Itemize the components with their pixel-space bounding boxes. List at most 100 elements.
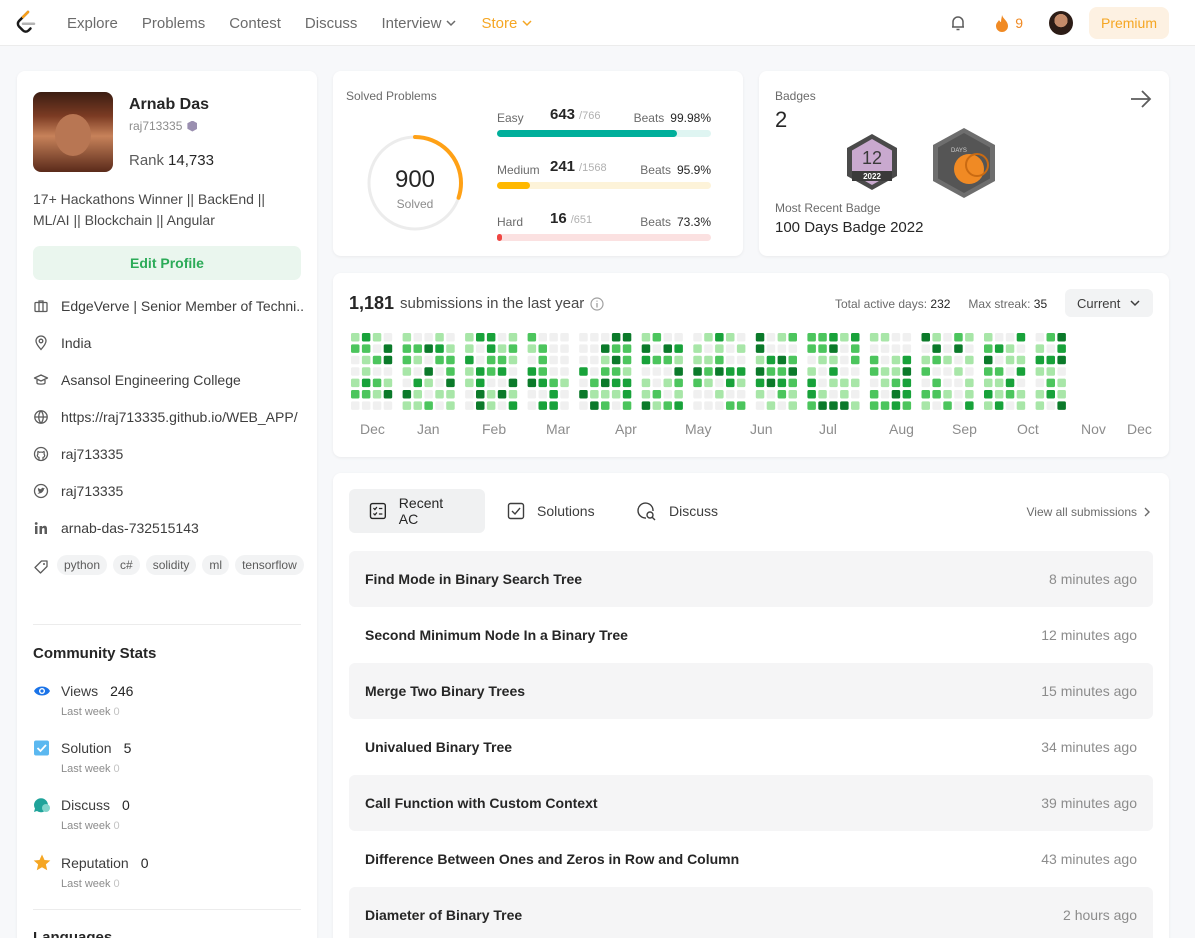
heatmap-cell[interactable] — [704, 401, 713, 410]
heatmap-cell[interactable] — [538, 333, 548, 342]
heatmap-cell[interactable] — [984, 390, 993, 399]
heatmap-cell[interactable] — [351, 333, 360, 342]
heatmap-cell[interactable] — [497, 390, 507, 399]
heatmap-cell[interactable] — [549, 333, 558, 342]
heatmap-cell[interactable] — [777, 344, 787, 353]
heatmap-cell[interactable] — [674, 401, 683, 410]
heatmap-cell[interactable] — [869, 378, 879, 388]
heatmap-cell[interactable] — [715, 344, 724, 353]
heatmap-cell[interactable] — [902, 333, 912, 342]
heatmap-cell[interactable] — [402, 401, 412, 410]
info-github[interactable]: raj713335 — [33, 446, 305, 462]
heatmap-cell[interactable] — [465, 378, 474, 388]
heatmap-cell[interactable] — [755, 367, 765, 376]
heatmap-cell[interactable] — [943, 378, 952, 388]
heatmap-cell[interactable] — [402, 355, 412, 365]
heatmap-cell[interactable] — [446, 333, 455, 342]
heatmap-cell[interactable] — [921, 378, 931, 388]
nav-discuss[interactable]: Discuss — [305, 15, 358, 32]
heatmap-cell[interactable] — [486, 344, 496, 353]
heatmap-cell[interactable] — [601, 333, 610, 342]
heatmap-cell[interactable] — [984, 355, 993, 365]
heatmap-cell[interactable] — [715, 355, 724, 365]
heatmap-cell[interactable] — [704, 378, 713, 388]
heatmap-cell[interactable] — [611, 390, 621, 399]
heatmap-cell[interactable] — [476, 401, 485, 410]
heatmap-cell[interactable] — [435, 367, 444, 376]
heatmap-cell[interactable] — [424, 401, 433, 410]
heatmap-cell[interactable] — [755, 390, 765, 399]
heatmap-cell[interactable] — [424, 378, 433, 388]
heatmap-cell[interactable] — [788, 344, 798, 353]
heatmap-cell[interactable] — [446, 378, 455, 388]
premium-button[interactable]: Premium — [1088, 7, 1169, 39]
heatmap-cell[interactable] — [891, 355, 901, 365]
heatmap-cell[interactable] — [869, 333, 879, 342]
heatmap-cell[interactable] — [622, 344, 632, 353]
heatmap-cell[interactable] — [902, 401, 912, 410]
website-link[interactable]: https://raj713335.github.io/WEB_APP/ — [61, 409, 298, 425]
heatmap-cell[interactable] — [891, 333, 901, 342]
heatmap-cell[interactable] — [869, 355, 879, 365]
heatmap-cell[interactable] — [755, 344, 765, 353]
heatmap-cell[interactable] — [921, 401, 931, 410]
heatmap-cell[interactable] — [372, 333, 382, 342]
heatmap-cell[interactable] — [736, 344, 746, 353]
heatmap-cell[interactable] — [465, 344, 474, 353]
heatmap-cell[interactable] — [880, 355, 890, 365]
heatmap-cell[interactable] — [807, 367, 816, 376]
linkedin-link[interactable]: arnab-das-732515143 — [61, 520, 199, 536]
heatmap-cell[interactable] — [851, 333, 860, 342]
heatmap-cell[interactable] — [954, 333, 963, 342]
heatmap-cell[interactable] — [424, 344, 433, 353]
heatmap-cell[interactable] — [818, 390, 827, 399]
heatmap-cell[interactable] — [1016, 378, 1026, 388]
heatmap-cell[interactable] — [383, 401, 393, 410]
heatmap-cell[interactable] — [549, 378, 558, 388]
heatmap-cell[interactable] — [818, 333, 827, 342]
submission-row[interactable]: Call Function with Custom Context 39 min… — [349, 775, 1153, 831]
heatmap-cell[interactable] — [641, 333, 651, 342]
heatmap-cell[interactable] — [361, 344, 371, 353]
heatmap-cell[interactable] — [435, 401, 444, 410]
heatmap-cell[interactable] — [622, 390, 632, 399]
heatmap-cell[interactable] — [1005, 355, 1015, 365]
heatmap-cell[interactable] — [788, 333, 798, 342]
heatmap-cell[interactable] — [954, 355, 963, 365]
heatmap-cell[interactable] — [1035, 401, 1045, 410]
heatmap-cell[interactable] — [840, 344, 849, 353]
heatmap-cell[interactable] — [818, 344, 827, 353]
heatmap-cell[interactable] — [351, 401, 360, 410]
heatmap-cell[interactable] — [549, 355, 558, 365]
heatmap-cell[interactable] — [361, 333, 371, 342]
heatmap-cell[interactable] — [476, 378, 485, 388]
heatmap-cell[interactable] — [777, 333, 787, 342]
heatmap-cell[interactable] — [372, 390, 382, 399]
heatmap-cell[interactable] — [372, 401, 382, 410]
heatmap-cell[interactable] — [641, 367, 651, 376]
heatmap-cell[interactable] — [527, 401, 537, 410]
heatmap-cell[interactable] — [766, 355, 776, 365]
heatmap-cell[interactable] — [579, 378, 588, 388]
heatmap-cell[interactable] — [435, 355, 444, 365]
heatmap-cell[interactable] — [954, 344, 963, 353]
heatmap-cell[interactable] — [869, 390, 879, 399]
skill-tag[interactable]: tensorflow — [235, 555, 304, 575]
heatmap-cell[interactable] — [994, 344, 1004, 353]
heatmap-cell[interactable] — [788, 401, 798, 410]
heatmap-cell[interactable] — [840, 378, 849, 388]
heatmap-cell[interactable] — [413, 367, 423, 376]
streak-counter[interactable]: 9 — [995, 14, 1023, 32]
heatmap-cell[interactable] — [715, 390, 724, 399]
heatmap-cell[interactable] — [829, 344, 838, 353]
heatmap-cell[interactable] — [932, 344, 941, 353]
heatmap-cell[interactable] — [560, 390, 569, 399]
submission-title[interactable]: Univalued Binary Tree — [365, 739, 512, 755]
heatmap-cell[interactable] — [994, 355, 1004, 365]
heatmap-cell[interactable] — [446, 390, 455, 399]
heatmap-cell[interactable] — [497, 344, 507, 353]
heatmap-cell[interactable] — [755, 333, 765, 342]
heatmap-cell[interactable] — [954, 390, 963, 399]
github-link[interactable]: raj713335 — [61, 446, 123, 462]
submission-row[interactable]: Diameter of Binary Tree 2 hours ago — [349, 887, 1153, 938]
